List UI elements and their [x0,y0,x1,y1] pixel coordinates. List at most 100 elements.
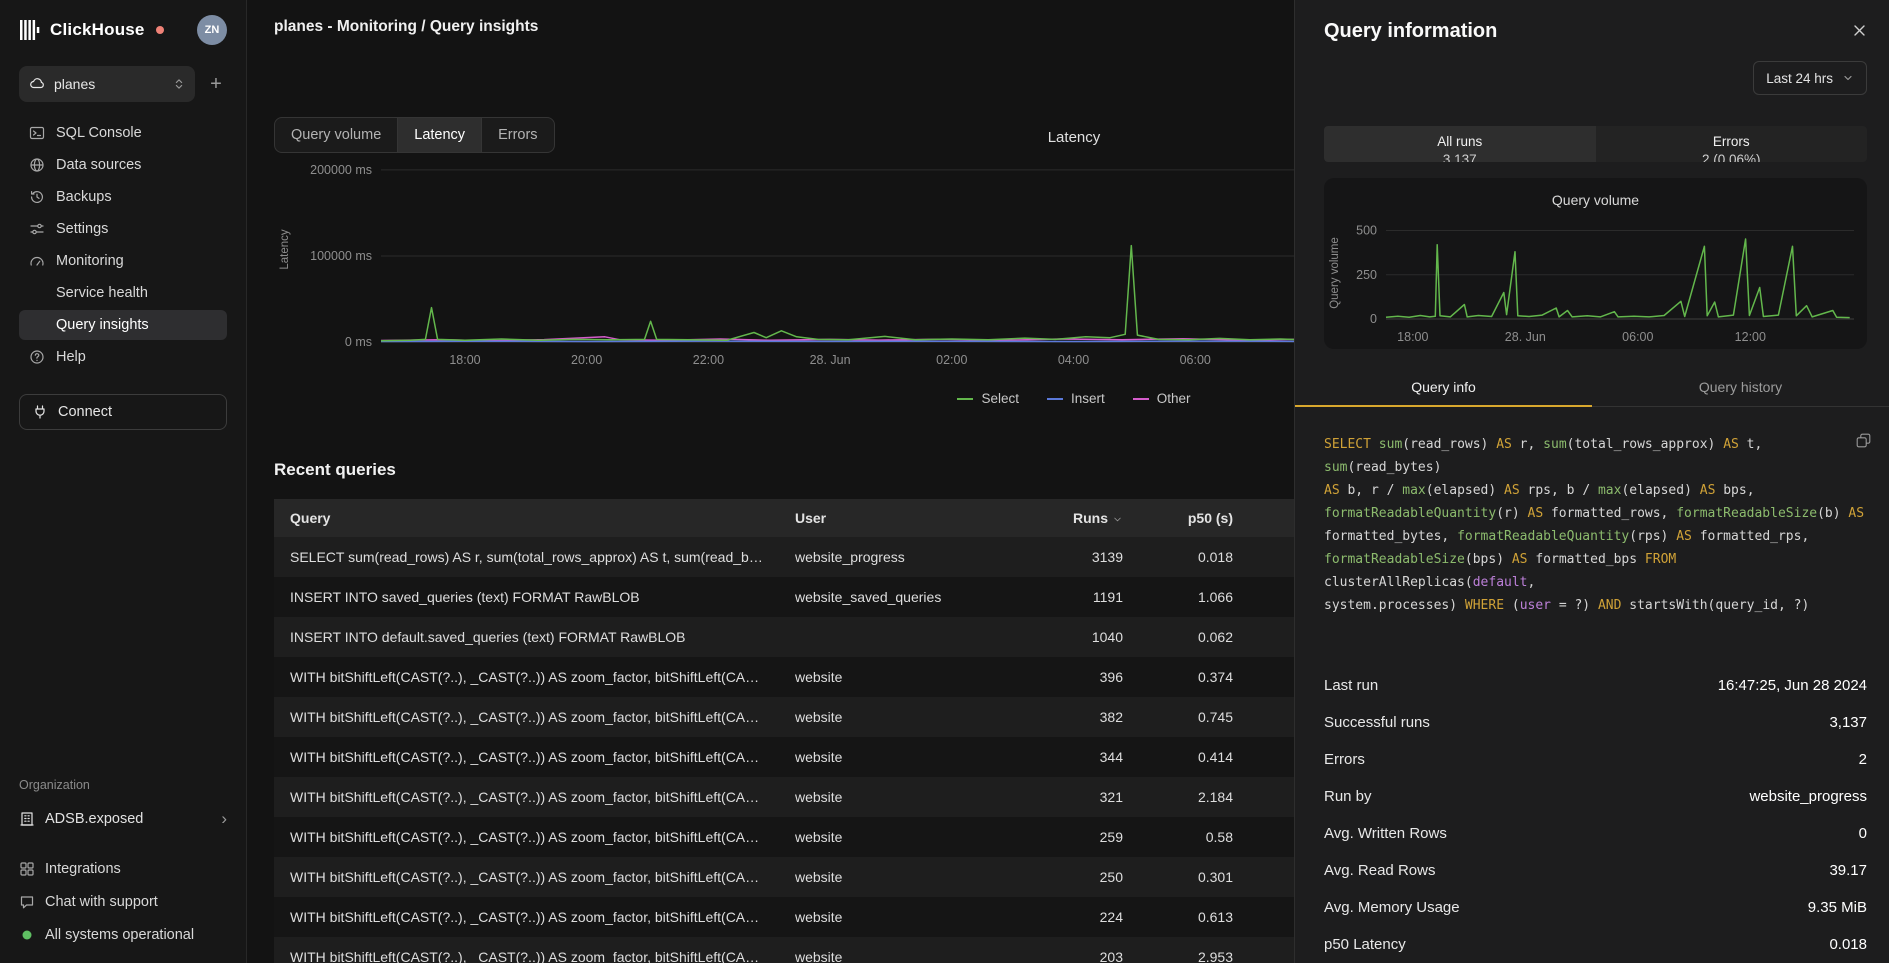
query-row[interactable]: INSERT INTO saved_queries (text) FORMAT … [274,577,1294,617]
legend-select[interactable]: Select [957,389,1019,408]
history-icon [29,189,45,205]
sidebar-item-query-insights[interactable]: Query insights [19,310,227,340]
cell-query: INSERT INTO default.saved_queries (text)… [274,617,779,657]
cell-runs: 224 [1044,897,1139,937]
sidebar-item-service-health[interactable]: Service health [19,278,227,308]
column-label: Query [290,510,330,526]
sidebar-item-sql-console[interactable]: SQL Console [19,118,227,148]
time-range-row: Last 24 hrs [1295,43,1889,95]
sidebar-item-backups[interactable]: Backups [19,182,227,212]
query-row[interactable]: WITH bitShiftLeft(CAST(?..), _CAST(?..))… [274,737,1294,777]
stat-tab-value: 3,137 [1443,152,1477,163]
stat-tab-errors[interactable]: Errors2 (0.06%) [1596,126,1868,162]
detail-label: Avg. Memory Usage [1324,899,1460,916]
time-range-select[interactable]: Last 24 hrs [1753,61,1867,95]
sidebar-item-data-sources[interactable]: Data sources [19,150,227,180]
tab-query-history[interactable]: Query history [1592,367,1889,407]
topbar: planes - Monitoring / Query insights [274,0,1294,53]
cell-runs: 1040 [1044,617,1139,657]
cell-query: WITH bitShiftLeft(CAST(?..), _CAST(?..))… [274,697,779,737]
close-icon[interactable] [1852,23,1867,41]
connect-button[interactable]: Connect [19,394,227,430]
plug-icon [32,404,48,420]
globe-icon [29,157,45,173]
clickhouse-logo-icon[interactable] [19,19,41,41]
cell-avg: 0 [1249,897,1294,937]
sidebar-item-label: Query insights [56,317,149,333]
cell-query: WITH bitShiftLeft(CAST(?..), _CAST(?..))… [274,737,779,777]
query-row[interactable]: WITH bitShiftLeft(CAST(?..), _CAST(?..))… [274,937,1294,963]
tab-query-volume[interactable]: Query volume [275,118,397,152]
footer-item-all-systems-operational[interactable]: All systems operational [19,920,227,949]
cell-runs: 3139 [1044,537,1139,577]
column-header-user[interactable]: User [779,499,1044,537]
query-volume-card: Query volume 025050018:0028. Jun06:0012:… [1324,178,1867,349]
detail-value: 3,137 [1829,714,1867,731]
query-row[interactable]: WITH bitShiftLeft(CAST(?..), _CAST(?..))… [274,657,1294,697]
add-service-button[interactable]: + [205,73,227,96]
column-header-p50-s[interactable]: p50 (s) [1139,499,1249,537]
cell-user: website_saved_queries [779,577,1044,617]
status-icon [19,927,35,943]
grid-icon [19,861,35,877]
sidebar-item-settings[interactable]: Settings [19,214,227,244]
cell-p50: 0.745 [1139,697,1249,737]
user-avatar[interactable]: ZN [197,15,227,45]
cell-p50: 2.953 [1139,937,1249,963]
copy-icon[interactable] [1856,433,1871,451]
tab-query-info[interactable]: Query info [1295,367,1592,407]
sidebar-item-monitoring[interactable]: Monitoring [19,246,227,276]
footer-item-label: Chat with support [45,894,158,910]
svg-text:Query volume: Query volume [1329,237,1341,309]
query-row[interactable]: WITH bitShiftLeft(CAST(?..), _CAST(?..))… [274,857,1294,897]
detail-label: Avg. Written Rows [1324,825,1447,842]
chat-icon [19,894,35,910]
panel-header: Query information [1295,0,1889,43]
time-range-value: Last 24 hrs [1766,71,1833,86]
svg-text:04:00: 04:00 [1058,353,1089,367]
breadcrumb: planes - Monitoring / Query insights [274,18,538,36]
cell-query: WITH bitShiftLeft(CAST(?..), _CAST(?..))… [274,777,779,817]
query-volume-chart: 025050018:0028. Jun06:0012:00Query volum… [1324,217,1868,349]
query-row[interactable]: SELECT sum(read_rows) AS r, sum(total_ro… [274,537,1294,577]
cell-query: INSERT INTO saved_queries (text) FORMAT … [274,577,779,617]
query-row[interactable]: WITH bitShiftLeft(CAST(?..), _CAST(?..))… [274,817,1294,857]
detail-row-p50-latency: p50 Latency0.018 [1324,926,1867,963]
query-row[interactable]: WITH bitShiftLeft(CAST(?..), _CAST(?..))… [274,777,1294,817]
svg-text:28. Jun: 28. Jun [1505,330,1546,344]
detail-label: Run by [1324,788,1372,805]
cell-user: website [779,777,1044,817]
service-selector[interactable]: planes [19,66,195,102]
query-row[interactable]: INSERT INTO default.saved_queries (text)… [274,617,1294,657]
sidebar-item-help[interactable]: Help [19,342,227,372]
cell-runs: 1191 [1044,577,1139,617]
cell-p50: 0.414 [1139,737,1249,777]
cell-p50: 0.062 [1139,617,1249,657]
sidebar-item-label: Settings [56,221,108,237]
stat-tab-all-runs[interactable]: All runs 3,137 [1324,126,1596,162]
stat-tab-label: All runs [1437,134,1482,149]
cell-p50: 0.018 [1139,537,1249,577]
legend-insert[interactable]: Insert [1047,389,1105,408]
svg-text:02:00: 02:00 [936,353,967,367]
footer-item-integrations[interactable]: Integrations [19,854,227,883]
tab-latency[interactable]: Latency [397,118,481,152]
column-header-avg[interactable]: Avg. [1249,499,1294,537]
cell-p50: 0.58 [1139,817,1249,857]
stat-tabs: All runs 3,137 Errors2 (0.06%) [1324,126,1867,162]
footer-item-chat-with-support[interactable]: Chat with support [19,887,227,916]
cell-query: WITH bitShiftLeft(CAST(?..), _CAST(?..))… [274,937,779,963]
detail-value: 2 [1859,751,1867,768]
organization-item[interactable]: ADSB.exposed › [19,802,227,836]
tab-errors[interactable]: Errors [481,118,553,152]
column-header-runs[interactable]: Runs [1044,499,1139,537]
help-icon [29,349,45,365]
legend-other[interactable]: Other [1133,389,1191,408]
cell-user: website [779,897,1044,937]
column-header-query[interactable]: Query [274,499,779,537]
svg-text:18:00: 18:00 [1397,330,1428,344]
svg-text:06:00: 06:00 [1180,353,1211,367]
legend-label: Insert [1071,391,1105,406]
query-row[interactable]: WITH bitShiftLeft(CAST(?..), _CAST(?..))… [274,897,1294,937]
query-row[interactable]: WITH bitShiftLeft(CAST(?..), _CAST(?..))… [274,697,1294,737]
